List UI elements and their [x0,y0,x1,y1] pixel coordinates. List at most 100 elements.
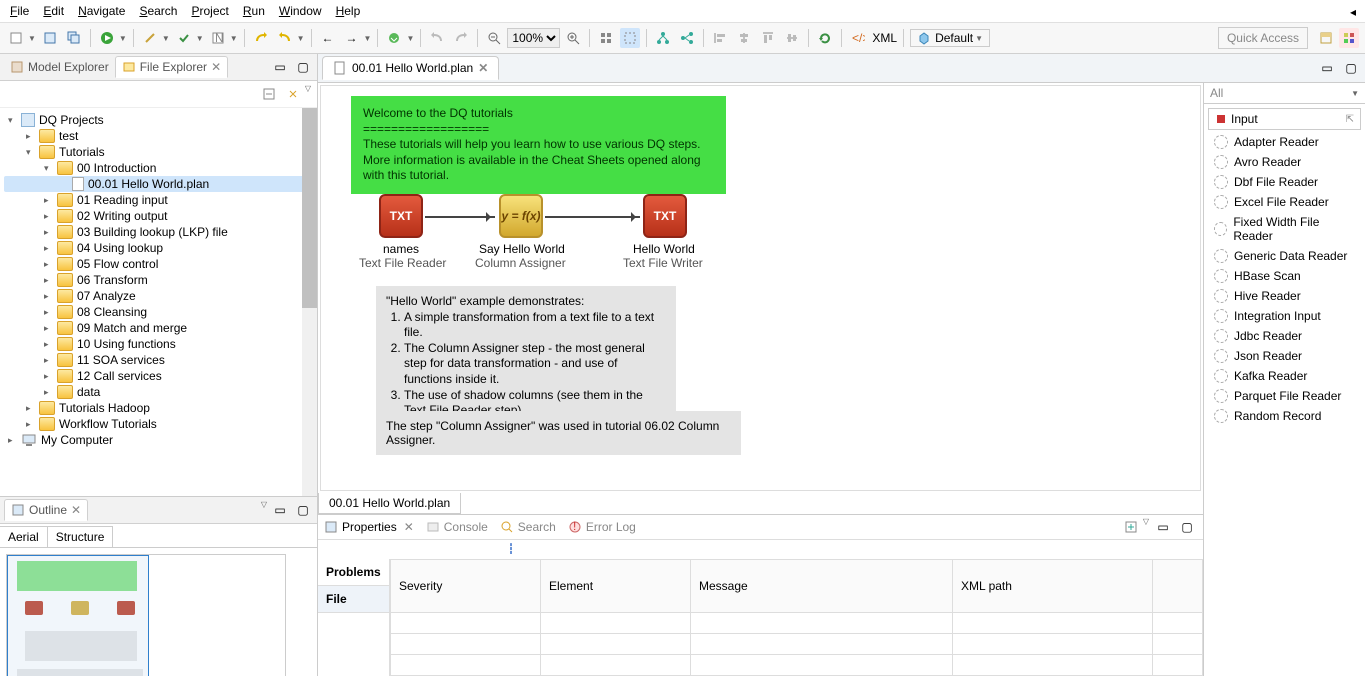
align-center-button[interactable] [734,28,754,48]
link-editor-button[interactable] [283,84,303,104]
tree-item[interactable]: ▸data [4,384,313,400]
twisty-closed-icon[interactable]: ▸ [26,419,35,430]
zoom-in-button[interactable] [563,28,583,48]
dropdown-icon[interactable]: ▼ [364,34,372,43]
dropdown-icon[interactable]: ▼ [119,34,127,43]
tree-item[interactable]: ▸02 Writing output [4,208,313,224]
collapse-all-button[interactable] [259,84,279,104]
side-tab-problems[interactable]: Problems [318,559,389,586]
palette-item[interactable]: Kafka Reader [1208,366,1361,386]
drag-handle[interactable]: ┇ [318,540,1203,559]
open-perspective-button[interactable] [1316,28,1336,48]
twisty-open-icon[interactable]: ▾ [44,163,53,174]
col-xmlpath[interactable]: XML path [953,560,1153,613]
palette-item[interactable]: Integration Input [1208,306,1361,326]
maximize-editor-button[interactable]: ▢ [1341,58,1361,78]
fwd-nav-button[interactable]: → [342,28,362,48]
twisty-closed-icon[interactable]: ▸ [44,275,53,286]
col-element[interactable]: Element [541,560,691,613]
tree-item[interactable]: ▸04 Using lookup [4,240,313,256]
palette-item[interactable]: Excel File Reader [1208,192,1361,212]
menu-edit[interactable]: Edit [43,4,64,18]
tree-item[interactable]: ▸07 Analyze [4,288,313,304]
graph-layout-button[interactable] [677,28,697,48]
dropdown-icon[interactable]: ▼ [297,34,305,43]
outline-thumbnail[interactable] [6,554,286,676]
gen-button[interactable]: N [208,28,228,48]
menu-file[interactable]: File [10,4,29,18]
xml-label[interactable]: XML [872,31,897,45]
connector[interactable] [425,216,495,218]
dropdown-icon[interactable]: ▼ [162,34,170,43]
redo-button[interactable] [275,28,295,48]
tree-item[interactable]: ▸01 Reading input [4,192,313,208]
palette-item[interactable]: Generic Data Reader [1208,246,1361,266]
tab-errorlog[interactable]: !Error Log [568,520,636,534]
palette-item[interactable]: Parquet File Reader [1208,386,1361,406]
undo-button[interactable] [251,28,271,48]
tab-search[interactable]: Search [500,520,556,534]
grid-button[interactable] [596,28,616,48]
twisty-closed-icon[interactable]: ▸ [44,195,53,206]
twisty-closed-icon[interactable]: ▸ [44,211,53,222]
view-menu-icon[interactable]: ▽ [1143,517,1149,537]
plan-canvas[interactable]: Welcome to the DQ tutorials ============… [320,85,1201,491]
save-button[interactable] [40,28,60,48]
snap-button[interactable] [620,28,640,48]
node-hello-world[interactable]: TXT Hello World Text File Writer [643,194,687,270]
close-icon[interactable]: ✕ [71,503,81,517]
palette-item[interactable]: Random Record [1208,406,1361,426]
tree-item-tutorials[interactable]: ▾Tutorials [4,144,313,160]
tab-properties[interactable]: Properties✕ [324,520,414,534]
dropdown-icon[interactable]: ▼ [975,34,983,43]
menu-window[interactable]: Window [279,4,322,18]
other-perspective-button[interactable] [1339,28,1359,48]
tree-root[interactable]: ▾DQ Projects [4,112,313,128]
palette-filter[interactable]: All▼ ◂ [1204,83,1365,104]
col-message[interactable]: Message [691,560,953,613]
dropdown-icon[interactable]: ▼ [406,34,414,43]
tree-item[interactable]: ▸08 Cleansing [4,304,313,320]
quick-access-field[interactable]: Quick Access [1218,27,1308,49]
validate-button[interactable] [174,28,194,48]
tree-item-mycomputer[interactable]: ▸My Computer [4,432,313,448]
outline-tab-structure[interactable]: Structure [47,526,114,547]
maximize-view-button[interactable]: ▢ [293,57,313,77]
twisty-closed-icon[interactable]: ▸ [44,339,53,350]
palette-item[interactable]: Json Reader [1208,346,1361,366]
twisty-closed-icon[interactable]: ▸ [44,387,53,398]
align-middle-button[interactable] [782,28,802,48]
run-button[interactable] [97,28,117,48]
tab-outline[interactable]: Outline ✕ [4,499,88,521]
editor-tab-hello-world[interactable]: 00.01 Hello World.plan ✕ [322,56,499,80]
palette-item[interactable]: HBase Scan [1208,266,1361,286]
twisty-open-icon[interactable]: ▾ [8,115,17,126]
minimize-view-button[interactable]: ▭ [270,500,290,520]
tab-console[interactable]: Console [426,520,488,534]
menu-project[interactable]: Project [191,4,228,18]
palette-item[interactable]: Jdbc Reader [1208,326,1361,346]
minimize-editor-button[interactable]: ▭ [1317,58,1337,78]
twisty-closed-icon[interactable]: ▸ [44,243,53,254]
tree-item-test[interactable]: ▸test [4,128,313,144]
maximize-view-button[interactable]: ▢ [1177,517,1197,537]
back-nav-button[interactable]: ← [318,28,338,48]
tab-file-explorer[interactable]: File Explorer ✕ [115,56,228,78]
tree-item[interactable]: ▸03 Building lookup (LKP) file [4,224,313,240]
twisty-closed-icon[interactable]: ▸ [44,227,53,238]
new-props-button[interactable] [1121,517,1141,537]
wand-button[interactable] [140,28,160,48]
redo2-button[interactable] [451,28,471,48]
twisty-open-icon[interactable]: ▾ [26,147,35,158]
tree-item-intro[interactable]: ▾00 Introduction [4,160,313,176]
tree-scrollbar[interactable] [302,108,317,496]
view-menu-icon[interactable]: ▽ [305,84,311,104]
refresh-button[interactable] [815,28,835,48]
tree-item[interactable]: ▸10 Using functions [4,336,313,352]
tree-item[interactable]: ▸09 Match and merge [4,320,313,336]
menu-run[interactable]: Run [243,4,265,18]
menu-navigate[interactable]: Navigate [78,4,125,18]
minimize-view-button[interactable]: ▭ [270,57,290,77]
twisty-closed-icon[interactable]: ▸ [8,435,17,446]
palette-item[interactable]: Dbf File Reader [1208,172,1361,192]
